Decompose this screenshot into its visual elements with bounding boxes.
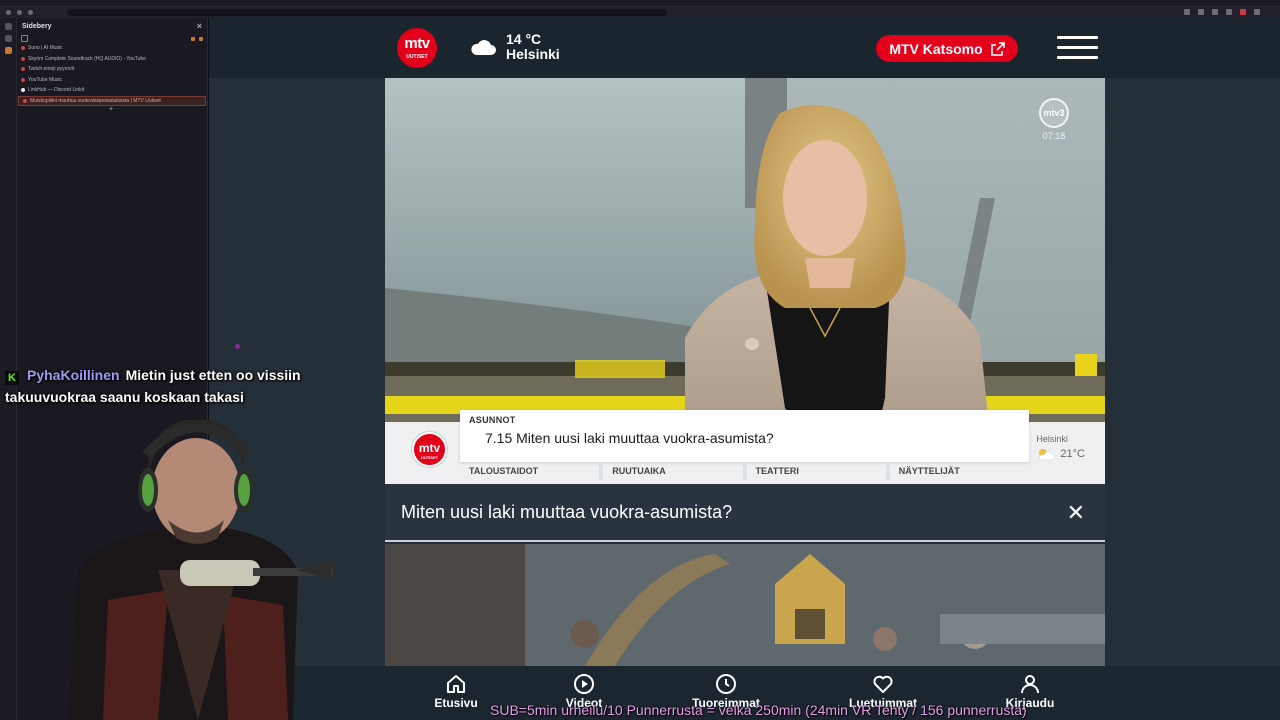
article-image bbox=[385, 544, 1105, 666]
weather-temp: 14 °C bbox=[506, 31, 542, 47]
ublock-icon[interactable] bbox=[1240, 9, 1246, 15]
mtv-favicon-icon bbox=[23, 98, 27, 103]
tab-item[interactable]: LinkHub — Discord Linkit bbox=[17, 85, 207, 96]
chat-username: PyhaKoillinen bbox=[27, 367, 120, 383]
panel-icon[interactable] bbox=[21, 35, 28, 42]
close-icon[interactable]: ✕ bbox=[1067, 502, 1085, 524]
mtv-logo: mtv UUTISET bbox=[412, 432, 447, 467]
broadcast-time: 07:18 bbox=[1042, 131, 1066, 141]
sidebery-header: Sidebery × bbox=[17, 18, 207, 34]
lower-third-topics: TALOUSTAIDOT RUUTUAIKA TEATTERI NÄYTTELI… bbox=[460, 462, 1029, 480]
screen: Sidebery × Suno | AI Music Skyrim Comple… bbox=[0, 0, 1280, 720]
tab-item[interactable]: Twitch emoji pyynnöt bbox=[17, 64, 207, 75]
address-bar[interactable] bbox=[67, 9, 667, 16]
video-caption: Miten uusi laki muuttaa vuokra-asumista? bbox=[401, 501, 733, 522]
extension-icon[interactable] bbox=[1184, 9, 1190, 15]
sidebery-panel-icon[interactable] bbox=[4, 47, 12, 54]
channel-logo: mtv3 bbox=[1039, 98, 1069, 128]
user-icon bbox=[1021, 675, 1039, 694]
tab-item[interactable]: Skyrim Complete Soundtrack (HQ AUDIO) - … bbox=[17, 54, 207, 65]
weather-city: Helsinki bbox=[506, 46, 560, 62]
topic-item: TALOUSTAIDOT bbox=[460, 462, 604, 480]
topic-item: RUUTUAIKA bbox=[603, 462, 747, 480]
lower-third-headline-box: ASUNNOT 7.15 Miten uusi laki muuttaa vuo… bbox=[460, 410, 1029, 462]
extension-icon[interactable] bbox=[1198, 9, 1204, 15]
channel-bug: mtv3 07:18 bbox=[1039, 98, 1069, 141]
weather-widget[interactable]: 14 °C Helsinki bbox=[469, 32, 560, 62]
panel-icon[interactable] bbox=[4, 35, 12, 42]
video-player[interactable]: mtv3 07:18 mtv UUTISET ASUNNOT 7.15 Mite… bbox=[385, 78, 1105, 484]
menu-icon[interactable] bbox=[1254, 9, 1260, 15]
lower-third-weather-temp: 21°C bbox=[1060, 448, 1085, 460]
close-icon[interactable]: × bbox=[197, 21, 202, 31]
youtube-icon bbox=[21, 56, 25, 61]
external-link-icon bbox=[990, 41, 1005, 56]
extension-icon[interactable] bbox=[1212, 9, 1218, 15]
youtube-music-icon bbox=[21, 77, 25, 82]
tab-item-active[interactable]: Muistiopiliini muuttuu vuokralaispelastu… bbox=[18, 95, 206, 106]
kick-badge-icon: K bbox=[5, 371, 19, 385]
lower-third-headline: 7.15 Miten uusi laki muuttaa vuokra-asum… bbox=[485, 430, 774, 446]
hamburger-menu-icon[interactable] bbox=[1057, 36, 1098, 60]
mtv-page: mtv UUTISET 14 °C Helsinki MTV Katsomo m… bbox=[209, 18, 1280, 720]
favicon-icon bbox=[21, 46, 25, 51]
mouse-cursor bbox=[235, 344, 240, 349]
topic-item: NÄYTTELIJÄT bbox=[898, 466, 960, 476]
sidebery-toolbar bbox=[17, 34, 207, 43]
site-header: mtv UUTISET 14 °C Helsinki MTV Katsomo bbox=[209, 18, 1280, 78]
lower-third: mtv UUTISET ASUNNOT 7.15 Miten uusi laki… bbox=[385, 410, 1105, 484]
browser-toolbar bbox=[1184, 9, 1260, 15]
lower-third-category: ASUNNOT bbox=[469, 415, 516, 425]
play-icon bbox=[574, 674, 594, 694]
heart-icon bbox=[873, 675, 893, 693]
back-icon[interactable] bbox=[6, 10, 11, 15]
forward-icon[interactable] bbox=[17, 10, 22, 15]
discord-icon bbox=[21, 88, 25, 93]
favicon-icon bbox=[21, 67, 25, 72]
home-icon bbox=[447, 675, 465, 693]
partly-sunny-icon bbox=[1039, 449, 1056, 461]
tab-item[interactable]: YouTube Music bbox=[17, 75, 207, 86]
panel-icon[interactable] bbox=[4, 23, 12, 30]
browser-navigation-bar bbox=[0, 7, 1280, 18]
extension-icon[interactable] bbox=[1226, 9, 1232, 15]
gear-icon[interactable] bbox=[199, 36, 203, 41]
webcam-overlay bbox=[68, 420, 333, 720]
katsomo-button[interactable]: MTV Katsomo bbox=[876, 35, 1018, 62]
mtv-logo[interactable]: mtv UUTISET bbox=[397, 28, 437, 68]
cloud-icon bbox=[471, 40, 496, 55]
browser-tab-strip bbox=[0, 0, 1280, 7]
topic-item: TEATTERI bbox=[747, 462, 890, 480]
new-tab-button[interactable]: + bbox=[109, 106, 207, 113]
lower-third-weather: Helsinki 21°C bbox=[1036, 434, 1085, 461]
stream-ticker: SUB=5min urheilu/10 Punnerrusta = velka … bbox=[490, 702, 1027, 718]
settings-icon[interactable] bbox=[191, 36, 195, 41]
video-caption-bar: Miten uusi laki muuttaa vuokra-asumista?… bbox=[385, 484, 1105, 542]
clock-icon bbox=[716, 674, 736, 694]
lower-third-weather-city: Helsinki bbox=[1036, 434, 1068, 444]
reload-icon[interactable] bbox=[28, 10, 33, 15]
tab-item[interactable]: Suno | AI Music bbox=[17, 43, 207, 54]
sidebery-title: Sidebery bbox=[22, 22, 52, 30]
stream-chat-message: K PyhaKoillinen Mietin just etten oo vissi… bbox=[5, 364, 335, 408]
